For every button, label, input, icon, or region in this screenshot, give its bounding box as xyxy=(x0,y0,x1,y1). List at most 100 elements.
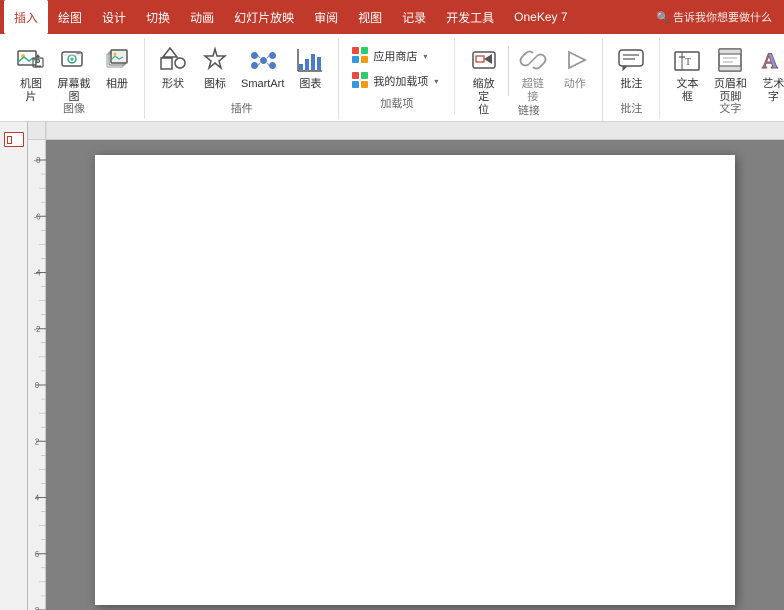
svg-text:-2: -2 xyxy=(33,325,41,334)
slide-panel xyxy=(0,122,28,610)
ribbon-group-link: 缩放定位 超链接 xyxy=(455,38,603,121)
comment-group-label: 批注 xyxy=(611,98,651,119)
ruler-corner xyxy=(28,122,46,140)
comment-label: 批注 xyxy=(620,78,642,91)
shapes-icon xyxy=(157,44,189,76)
canvas-row: -8 -6 -4 -2 0 2 4 6 8 xyxy=(28,140,784,610)
link-items: 缩放定位 超链接 xyxy=(463,42,594,100)
myaddin-button[interactable]: 我的加载项 ▾ xyxy=(347,69,446,93)
slide-red-box xyxy=(7,136,12,144)
header-footer-icon xyxy=(714,44,746,76)
menu-items: 插入 绘图 设计 切换 动画 幻灯片放映 审阅 视图 xyxy=(4,0,578,34)
svg-text:4: 4 xyxy=(35,494,40,503)
album-icon xyxy=(101,44,133,76)
zoom-button[interactable]: 缩放定位 xyxy=(463,42,503,98)
hyperlink-button[interactable]: 超链接 xyxy=(513,42,553,98)
menu-item-view[interactable]: 视图 xyxy=(348,0,392,34)
ribbon-group-insert: 形状 图标 xyxy=(145,38,339,119)
action-label: 动作 xyxy=(564,78,586,91)
image-items: 机图片 xyxy=(12,42,136,98)
svg-text:-8: -8 xyxy=(33,156,41,165)
wordart-button[interactable]: A A 艺术字 xyxy=(754,42,784,98)
smartart-icon xyxy=(247,44,279,76)
svg-text:-4: -4 xyxy=(33,269,41,278)
menu-item-record[interactable]: 记录 xyxy=(392,0,436,34)
help-text: 🔍 告诉我你想要做什么 xyxy=(578,9,780,25)
picture-icon xyxy=(15,44,47,76)
myaddin-label: 我的加载项 xyxy=(373,73,428,89)
menu-item-transition[interactable]: 切换 xyxy=(136,0,180,34)
ribbon-group-image: 机图片 xyxy=(4,38,145,119)
svg-text:A: A xyxy=(762,48,778,73)
menu-item-design[interactable]: 设计 xyxy=(92,0,136,34)
comment-button[interactable]: 批注 xyxy=(611,42,651,98)
menu-item-insert[interactable]: 插入 xyxy=(4,0,48,34)
image-group-label: 图像 xyxy=(12,98,136,119)
shapes-button[interactable]: 形状 xyxy=(153,42,193,98)
menu-item-animation[interactable]: 动画 xyxy=(180,0,224,34)
icons-icon xyxy=(199,44,231,76)
ribbon-group-comment: 批注 批注 xyxy=(603,38,660,119)
smartart-button[interactable]: SmartArt xyxy=(237,42,288,98)
header-footer-button[interactable]: 页眉和页脚 xyxy=(708,42,752,98)
slide-thumb-1[interactable] xyxy=(4,132,24,147)
text-items: T 文本框 xyxy=(668,42,784,98)
comment-icon xyxy=(615,44,647,76)
chart-icon xyxy=(294,44,326,76)
chart-label: 图表 xyxy=(299,78,321,91)
album-label: 相册 xyxy=(106,78,128,91)
insert-items: 形状 图标 xyxy=(153,42,330,98)
menu-item-draw[interactable]: 绘图 xyxy=(48,0,92,34)
menu-item-onekey[interactable]: OneKey 7 xyxy=(504,0,577,34)
slide-canvas[interactable] xyxy=(46,140,784,610)
addins-col: 应用商店 ▾ xyxy=(347,42,446,93)
menu-item-developer[interactable]: 开发工具 xyxy=(436,0,504,34)
menu-item-slideshow[interactable]: 幻灯片放映 xyxy=(224,0,304,34)
ribbon-group-addins: 应用商店 ▾ xyxy=(339,38,455,114)
link-separator xyxy=(508,46,509,96)
horizontal-ruler xyxy=(46,122,784,140)
ribbon: 机图片 xyxy=(0,34,784,122)
screenshot-icon xyxy=(58,44,90,76)
menu-item-review[interactable]: 审阅 xyxy=(304,0,348,34)
myaddin-arrow: ▾ xyxy=(434,77,438,86)
ribbon-content: 机图片 xyxy=(4,38,780,121)
textbox-button[interactable]: T 文本框 xyxy=(668,42,706,98)
zoom-icon xyxy=(468,44,500,76)
appstore-icon xyxy=(351,46,369,67)
screenshot-button[interactable]: 屏幕截图 xyxy=(52,42,96,98)
v-ruler-svg: -8 -6 -4 -2 0 2 4 6 8 xyxy=(28,140,46,610)
wordart-icon: A A xyxy=(757,44,784,76)
album-button[interactable]: 相册 xyxy=(98,42,136,98)
chart-button[interactable]: 图表 xyxy=(290,42,330,98)
h-ruler-svg xyxy=(46,122,784,140)
svg-text:2: 2 xyxy=(35,437,40,446)
comment-items: 批注 xyxy=(611,42,651,98)
ruler-canvas-area: -8 -6 -4 -2 0 2 4 6 8 xyxy=(28,122,784,610)
content-area: -8 -6 -4 -2 0 2 4 6 8 xyxy=(0,122,784,610)
smartart-label: SmartArt xyxy=(241,78,284,91)
svg-text:8: 8 xyxy=(35,606,40,610)
hyperlink-icon xyxy=(517,44,549,76)
vertical-ruler: -8 -6 -4 -2 0 2 4 6 8 xyxy=(28,140,46,610)
action-icon xyxy=(559,44,591,76)
slide-page[interactable] xyxy=(95,155,735,605)
appstore-label: 应用商店 xyxy=(373,48,417,64)
h-ruler-row xyxy=(28,122,784,140)
insert-picture-button[interactable]: 机图片 xyxy=(12,42,50,98)
appstore-button[interactable]: 应用商店 ▾ xyxy=(347,44,446,68)
icons-label: 图标 xyxy=(204,78,226,91)
menu-bar: 插入 绘图 设计 切换 动画 幻灯片放映 审阅 视图 xyxy=(0,0,784,34)
textbox-icon: T xyxy=(671,44,703,76)
addins-items: 应用商店 ▾ xyxy=(347,42,446,93)
insert-group-label: 插件 xyxy=(153,98,330,119)
svg-text:6: 6 xyxy=(35,550,40,559)
myaddin-icon xyxy=(351,71,369,92)
svg-text:0: 0 xyxy=(35,381,40,390)
hyperlink-label: 超链接 xyxy=(517,78,549,104)
action-button[interactable]: 动作 xyxy=(555,42,594,98)
svg-text:-6: -6 xyxy=(33,212,41,221)
icons-button[interactable]: 图标 xyxy=(195,42,235,98)
shapes-label: 形状 xyxy=(162,78,184,91)
addins-group-label: 加载项 xyxy=(347,93,446,114)
